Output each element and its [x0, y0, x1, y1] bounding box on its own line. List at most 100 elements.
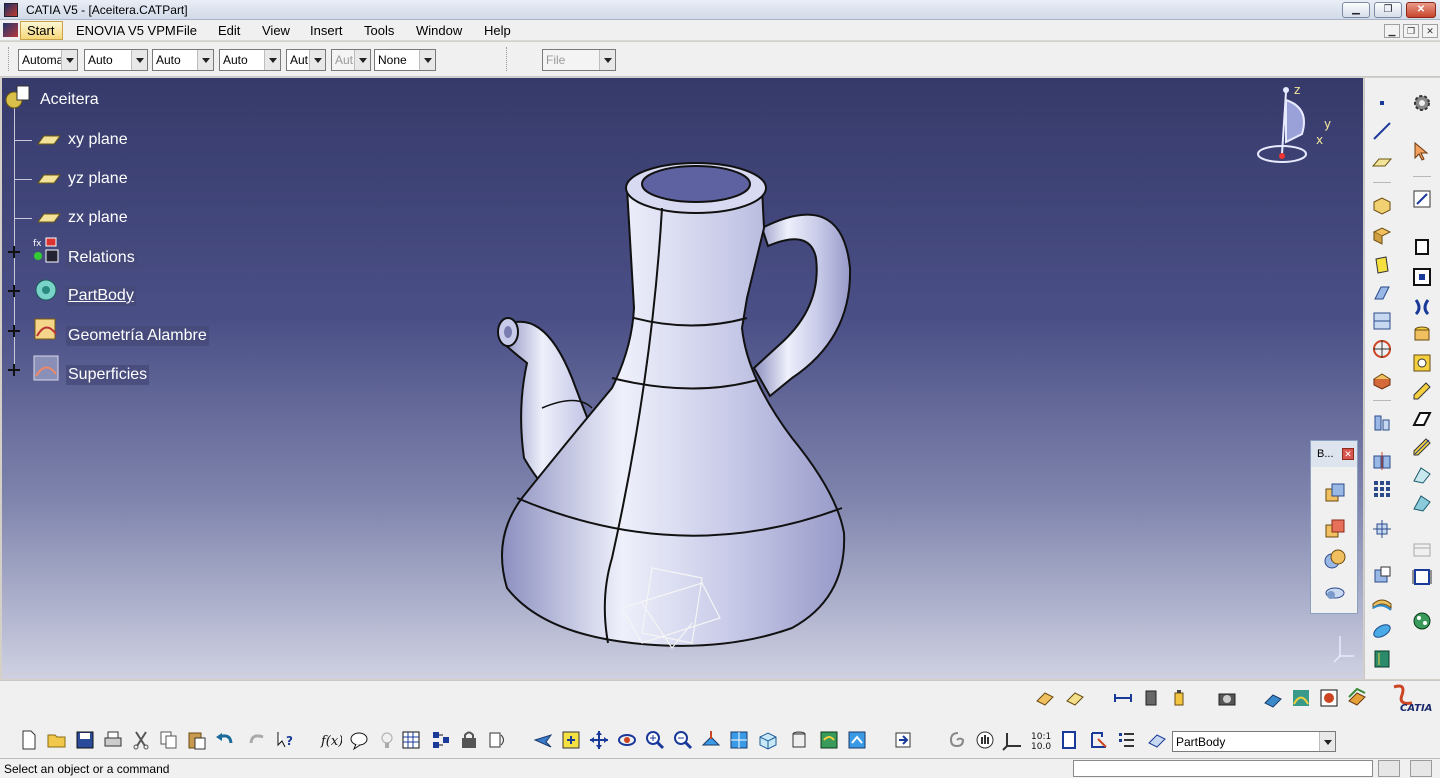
thickness-icon[interactable] — [1411, 492, 1433, 514]
layer-combo[interactable]: None — [374, 49, 436, 71]
curvature-analysis-icon[interactable] — [1318, 687, 1340, 709]
macros-icon[interactable] — [486, 729, 508, 751]
wireframe-view-icon[interactable] — [1064, 687, 1086, 709]
toolbar-grip[interactable] — [8, 47, 11, 71]
rib-icon[interactable] — [1371, 282, 1393, 304]
groove-icon[interactable] — [1411, 296, 1433, 318]
expand-relations-icon[interactable] — [8, 246, 20, 258]
chamfer-icon[interactable] — [1411, 436, 1433, 458]
color-combo[interactable]: Automa — [18, 49, 78, 71]
boolean-add-icon[interactable] — [1323, 517, 1347, 541]
minimize-button[interactable]: ▁ — [1342, 2, 1370, 18]
draft-icon[interactable] — [1371, 412, 1393, 434]
command-input[interactable] — [1073, 760, 1373, 777]
fillet-icon[interactable] — [1371, 368, 1393, 390]
cut-icon[interactable] — [130, 729, 152, 751]
table-icon[interactable] — [400, 729, 422, 751]
tree-node-xy-plane[interactable]: xy plane — [66, 130, 130, 150]
tree-node-zx-plane[interactable]: zx plane — [66, 208, 130, 228]
distance-analysis-icon[interactable] — [1112, 687, 1134, 709]
shading-icon[interactable] — [788, 729, 810, 751]
hole-feature-icon[interactable] — [1411, 352, 1433, 374]
tree-node-geometria-alambre[interactable]: Geometría Alambre — [66, 326, 209, 346]
pan-icon[interactable] — [588, 729, 610, 751]
fly-mode-icon[interactable] — [532, 729, 554, 751]
boolean-intersect-icon[interactable] — [1323, 547, 1347, 571]
surfaces-view-icon[interactable] — [1034, 687, 1056, 709]
apply-dress-up-icon[interactable] — [1262, 687, 1284, 709]
part-root-icon[interactable] — [4, 84, 32, 112]
apply-material-icon[interactable] — [1411, 610, 1433, 632]
line-thickness-combo[interactable]: Auto — [152, 49, 214, 71]
tree-node-superficies[interactable]: Superficies — [66, 365, 150, 385]
shaft-icon[interactable] — [1371, 254, 1393, 276]
undo-icon[interactable] — [214, 729, 236, 751]
compass-icon[interactable]: z y x — [1252, 82, 1342, 174]
expand-geometria-alambre-icon[interactable] — [8, 325, 20, 337]
formula-icon[interactable]: f(x) — [320, 729, 342, 751]
tree-node-relations[interactable]: Relations — [66, 248, 137, 268]
transparency-combo[interactable]: Auto — [84, 49, 148, 71]
menu-window[interactable]: Window — [416, 23, 462, 38]
pattern-icon[interactable] — [1371, 478, 1393, 500]
floating-toolbar-close-button[interactable]: ✕ — [1342, 448, 1354, 460]
normal-view-icon[interactable] — [700, 729, 722, 751]
snap-icon[interactable] — [1088, 729, 1110, 751]
multi-view-icon[interactable] — [728, 729, 750, 751]
sketcher-icon[interactable] — [1411, 188, 1433, 210]
pocket-icon[interactable] — [1371, 224, 1393, 246]
weight-icon[interactable] — [1168, 687, 1190, 709]
paste-icon[interactable] — [186, 729, 208, 751]
catalog-icon[interactable] — [430, 729, 452, 751]
plane-create-icon[interactable] — [1371, 150, 1393, 172]
sketch-based-feature-icon[interactable] — [1411, 236, 1433, 258]
toolbar-grip[interactable] — [506, 47, 509, 71]
transformation-icon[interactable] — [1371, 518, 1393, 540]
rotate-icon[interactable] — [616, 729, 638, 751]
doc-restore-button[interactable]: ❐ — [1403, 24, 1419, 38]
expand-partbody-icon[interactable] — [8, 285, 20, 297]
tree-root-aceitera[interactable]: Aceitera — [38, 90, 101, 110]
tap-thread-analysis-icon[interactable] — [1346, 687, 1368, 709]
list-icon[interactable] — [1116, 729, 1138, 751]
command-search-button[interactable] — [1410, 760, 1432, 777]
parameters-icon[interactable] — [1058, 729, 1080, 751]
body-icon[interactable] — [1371, 564, 1393, 586]
cylinder-icon[interactable] — [1411, 324, 1433, 346]
select-arrow-icon[interactable] — [1411, 140, 1433, 162]
doc-close-button[interactable]: ✕ — [1422, 24, 1438, 38]
copy-icon[interactable] — [158, 729, 180, 751]
gear-icon[interactable] — [1411, 92, 1433, 114]
multi-section-solid-icon[interactable] — [1371, 310, 1393, 332]
close-surface-icon[interactable] — [1371, 620, 1393, 642]
measure-item-icon[interactable] — [1411, 566, 1433, 588]
camera-icon[interactable] — [1216, 687, 1238, 709]
save-icon[interactable] — [74, 729, 96, 751]
hand-icon[interactable] — [974, 729, 996, 751]
zoom-out-icon[interactable] — [672, 729, 694, 751]
menu-start[interactable]: Start — [20, 21, 64, 40]
doc-minimize-button[interactable]: ▁ — [1384, 24, 1400, 38]
whats-this-icon[interactable]: ? — [274, 729, 296, 751]
union-trim-icon[interactable] — [1323, 581, 1347, 605]
menu-tools[interactable]: Tools — [364, 23, 394, 38]
work-object-icon[interactable] — [1146, 729, 1168, 751]
open-icon[interactable] — [46, 729, 68, 751]
update-icon[interactable] — [892, 729, 914, 751]
axis-system-icon[interactable] — [1002, 729, 1024, 751]
stiffener-icon[interactable] — [1411, 408, 1433, 430]
command-history-button[interactable] — [1378, 760, 1400, 777]
tree-node-partbody[interactable]: PartBody — [66, 286, 136, 306]
tree-node-yz-plane[interactable]: yz plane — [66, 169, 130, 189]
lock-icon[interactable] — [458, 729, 480, 751]
menu-edit[interactable]: Edit — [218, 23, 240, 38]
print-icon[interactable] — [102, 729, 124, 751]
scale-icon[interactable]: 10:110.0 — [1030, 729, 1052, 751]
menu-help[interactable]: Help — [484, 23, 511, 38]
sew-surface-icon[interactable] — [1371, 648, 1393, 670]
line-icon[interactable] — [1371, 120, 1393, 142]
line-type-combo[interactable]: Auto — [219, 49, 281, 71]
fit-all-in-icon[interactable] — [560, 729, 582, 751]
current-body-combo[interactable]: PartBody — [1172, 731, 1336, 752]
draft-analysis-icon[interactable] — [1290, 687, 1312, 709]
